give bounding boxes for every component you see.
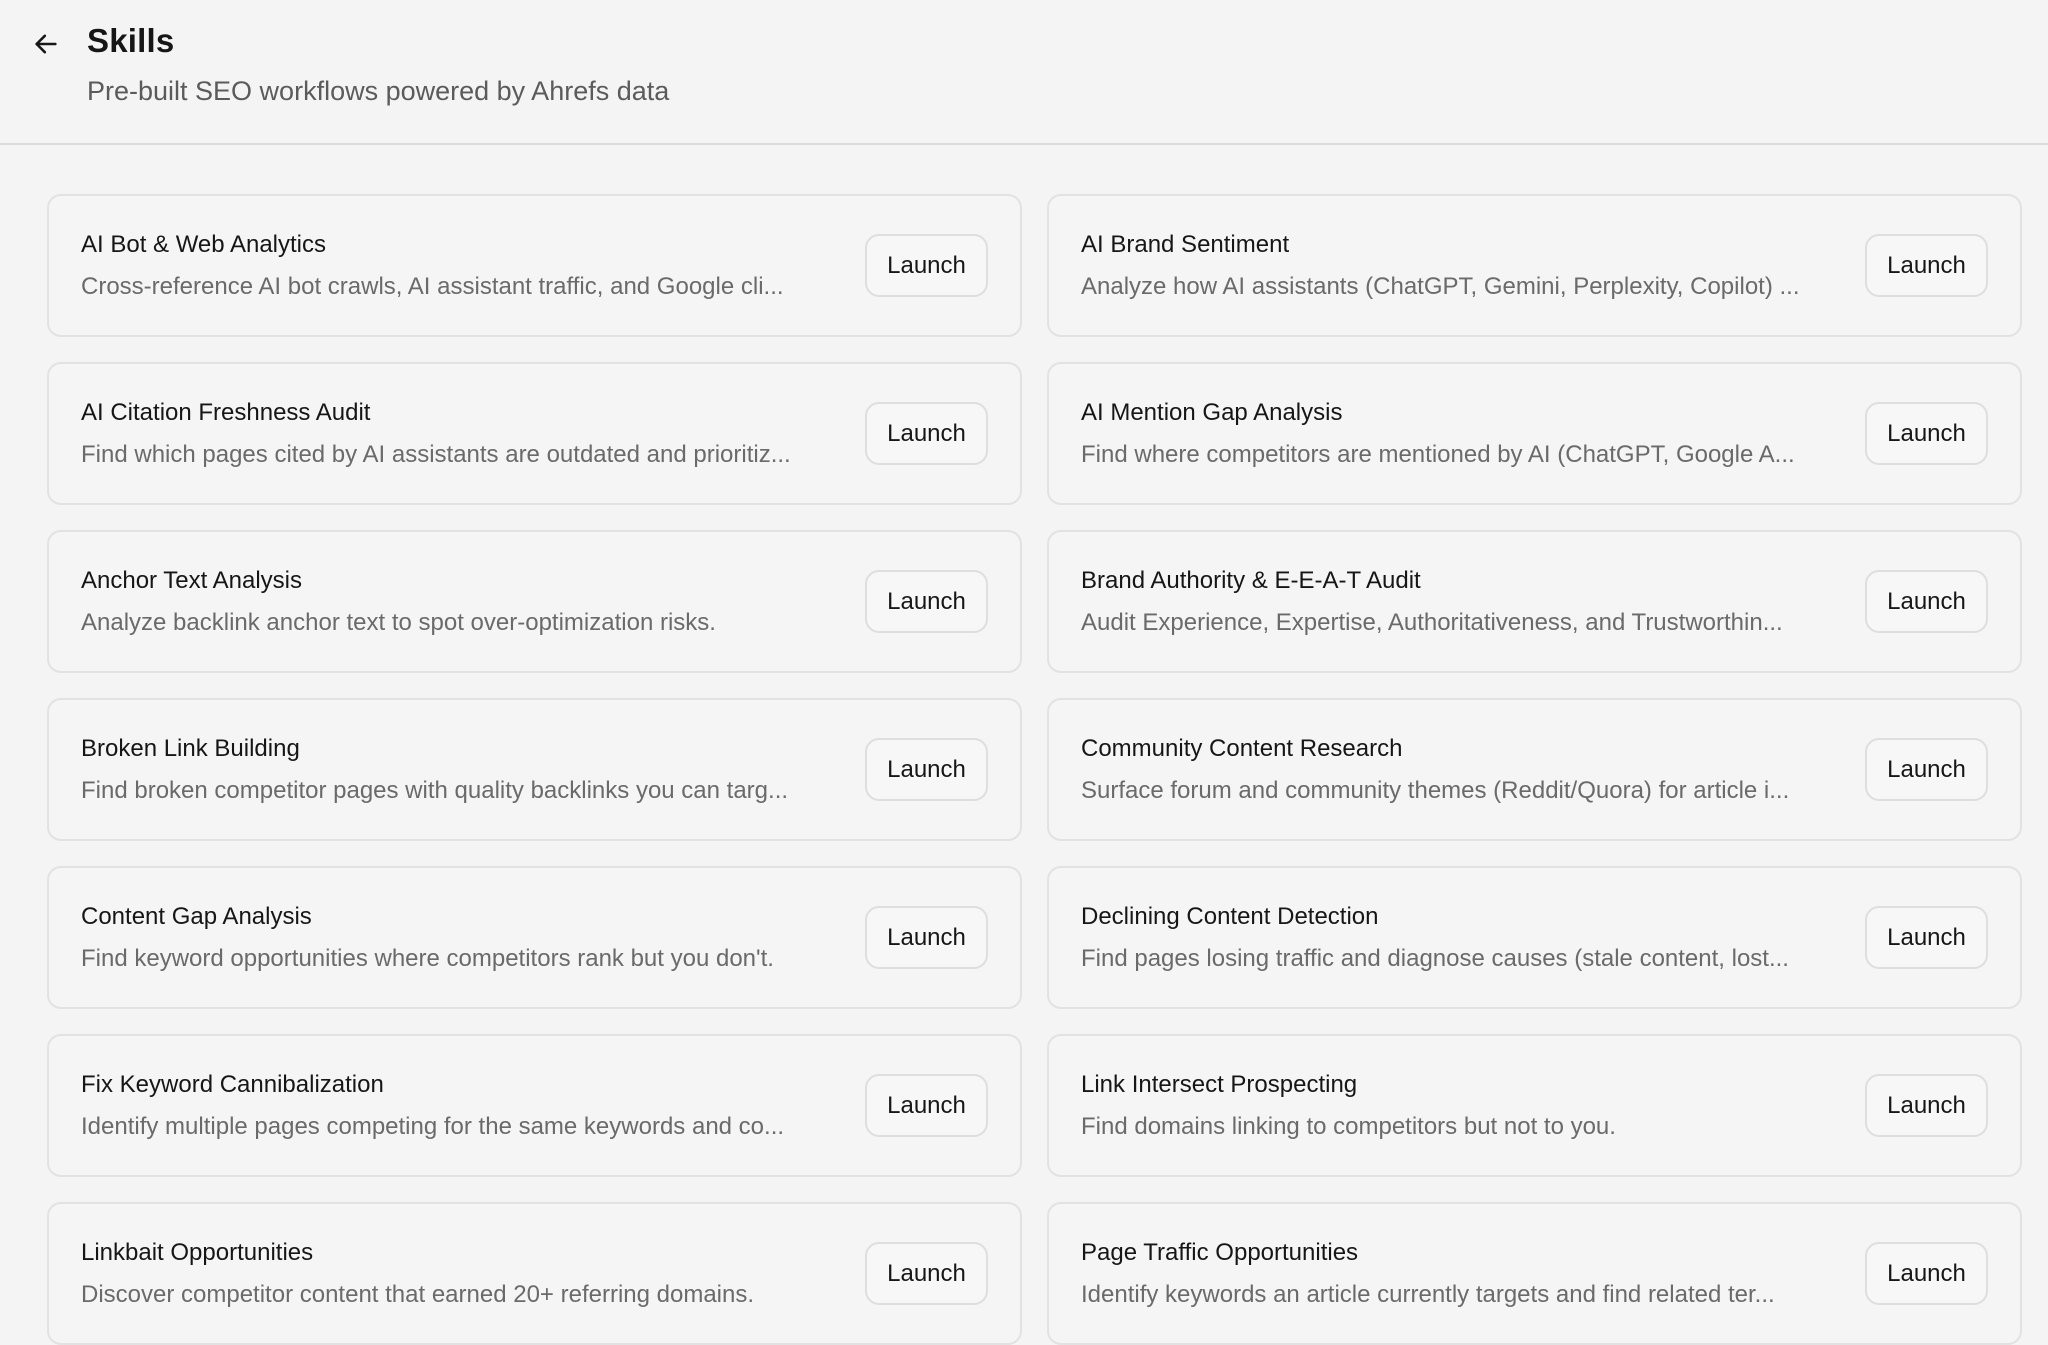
skill-card-text: Brand Authority & E-E-A-T Audit Audit Ex… bbox=[1081, 566, 1851, 638]
skill-title: AI Bot & Web Analytics bbox=[81, 231, 327, 258]
skill-description: Discover competitor content that earned … bbox=[81, 1281, 755, 1308]
skill-description: Find pages losing traffic and diagnose c… bbox=[1081, 945, 1789, 972]
page-header: Skills Pre-built SEO workflows powered b… bbox=[0, 0, 2048, 145]
launch-button[interactable]: Launch bbox=[1865, 570, 1988, 633]
skill-card-text: AI Bot & Web Analytics Cross-reference A… bbox=[81, 230, 851, 302]
skill-card: Fix Keyword Cannibalization Identify mul… bbox=[47, 1034, 1022, 1177]
launch-button[interactable]: Launch bbox=[865, 1242, 988, 1305]
skill-card: Community Content Research Surface forum… bbox=[1047, 698, 2022, 841]
skill-card: Page Traffic Opportunities Identify keyw… bbox=[1047, 1202, 2022, 1345]
skill-title: AI Citation Freshness Audit bbox=[81, 399, 371, 426]
skill-title: Content Gap Analysis bbox=[81, 903, 312, 930]
skill-card: AI Bot & Web Analytics Cross-reference A… bbox=[47, 194, 1022, 337]
launch-button[interactable]: Launch bbox=[1865, 906, 1988, 969]
skill-card-text: AI Citation Freshness Audit Find which p… bbox=[81, 398, 851, 470]
page-title: Skills bbox=[87, 22, 175, 59]
skill-description: Find broken competitor pages with qualit… bbox=[81, 777, 789, 804]
skill-description: Identify keywords an article currently t… bbox=[1081, 1281, 1775, 1308]
skill-card: Link Intersect Prospecting Find domains … bbox=[1047, 1034, 2022, 1177]
skill-card: AI Brand Sentiment Analyze how AI assist… bbox=[1047, 194, 2022, 337]
skill-description: Find which pages cited by AI assistants … bbox=[81, 441, 791, 468]
launch-button[interactable]: Launch bbox=[865, 738, 988, 801]
skill-card-text: Anchor Text Analysis Analyze backlink an… bbox=[81, 566, 851, 638]
skill-title: Broken Link Building bbox=[81, 735, 300, 762]
skill-title: Fix Keyword Cannibalization bbox=[81, 1071, 384, 1098]
launch-button[interactable]: Launch bbox=[865, 906, 988, 969]
skill-description: Analyze backlink anchor text to spot ove… bbox=[81, 609, 716, 636]
skill-description: Find where competitors are mentioned by … bbox=[1081, 441, 1795, 468]
skill-title: Linkbait Opportunities bbox=[81, 1239, 314, 1266]
launch-button[interactable]: Launch bbox=[1865, 1074, 1988, 1137]
skill-description: Audit Experience, Expertise, Authoritati… bbox=[1081, 609, 1783, 636]
skill-card: Declining Content Detection Find pages l… bbox=[1047, 866, 2022, 1009]
skill-title: Link Intersect Prospecting bbox=[1081, 1071, 1358, 1098]
launch-button[interactable]: Launch bbox=[865, 570, 988, 633]
skill-title: AI Mention Gap Analysis bbox=[1081, 399, 1343, 426]
launch-button[interactable]: Launch bbox=[1865, 738, 1988, 801]
skill-title: Brand Authority & E-E-A-T Audit bbox=[1081, 567, 1421, 594]
skill-card: Anchor Text Analysis Analyze backlink an… bbox=[47, 530, 1022, 673]
skill-title: Declining Content Detection bbox=[1081, 903, 1379, 930]
launch-button[interactable]: Launch bbox=[865, 1074, 988, 1137]
skill-description: Find keyword opportunities where competi… bbox=[81, 945, 774, 972]
skill-card-text: Declining Content Detection Find pages l… bbox=[1081, 902, 1851, 974]
skill-card-text: AI Mention Gap Analysis Find where compe… bbox=[1081, 398, 1851, 470]
skill-card-text: Linkbait Opportunities Discover competit… bbox=[81, 1238, 851, 1310]
skill-title: Page Traffic Opportunities bbox=[1081, 1239, 1359, 1266]
back-button[interactable] bbox=[28, 26, 64, 62]
skill-card-text: AI Brand Sentiment Analyze how AI assist… bbox=[1081, 230, 1851, 302]
skill-description: Surface forum and community themes (Redd… bbox=[1081, 777, 1790, 804]
skill-card: AI Citation Freshness Audit Find which p… bbox=[47, 362, 1022, 505]
skill-card-text: Link Intersect Prospecting Find domains … bbox=[1081, 1070, 1851, 1142]
launch-button[interactable]: Launch bbox=[1865, 234, 1988, 297]
skill-title: Anchor Text Analysis bbox=[81, 567, 303, 594]
launch-button[interactable]: Launch bbox=[1865, 402, 1988, 465]
launch-button[interactable]: Launch bbox=[1865, 1242, 1988, 1305]
skill-card-text: Page Traffic Opportunities Identify keyw… bbox=[1081, 1238, 1851, 1310]
skill-title: AI Brand Sentiment bbox=[1081, 231, 1290, 258]
skill-card: Content Gap Analysis Find keyword opport… bbox=[47, 866, 1022, 1009]
skill-card: Linkbait Opportunities Discover competit… bbox=[47, 1202, 1022, 1345]
skill-description: Analyze how AI assistants (ChatGPT, Gemi… bbox=[1081, 273, 1800, 300]
skill-card-text: Community Content Research Surface forum… bbox=[1081, 734, 1851, 806]
page-subtitle: Pre-built SEO workflows powered by Ahref… bbox=[87, 76, 670, 106]
skill-description: Find domains linking to competitors but … bbox=[1081, 1113, 1616, 1140]
skills-grid: AI Bot & Web Analytics Cross-reference A… bbox=[47, 194, 2022, 1345]
launch-button[interactable]: Launch bbox=[865, 234, 988, 297]
launch-button[interactable]: Launch bbox=[865, 402, 988, 465]
skill-card-text: Broken Link Building Find broken competi… bbox=[81, 734, 851, 806]
skill-description: Cross-reference AI bot crawls, AI assist… bbox=[81, 273, 784, 300]
skill-title: Community Content Research bbox=[1081, 735, 1403, 762]
skill-card: Broken Link Building Find broken competi… bbox=[47, 698, 1022, 841]
skill-card: Brand Authority & E-E-A-T Audit Audit Ex… bbox=[1047, 530, 2022, 673]
arrow-left-icon bbox=[35, 34, 57, 54]
skill-card-text: Fix Keyword Cannibalization Identify mul… bbox=[81, 1070, 851, 1142]
skill-card: AI Mention Gap Analysis Find where compe… bbox=[1047, 362, 2022, 505]
skill-description: Identify multiple pages competing for th… bbox=[81, 1113, 785, 1140]
skill-card-text: Content Gap Analysis Find keyword opport… bbox=[81, 902, 851, 974]
